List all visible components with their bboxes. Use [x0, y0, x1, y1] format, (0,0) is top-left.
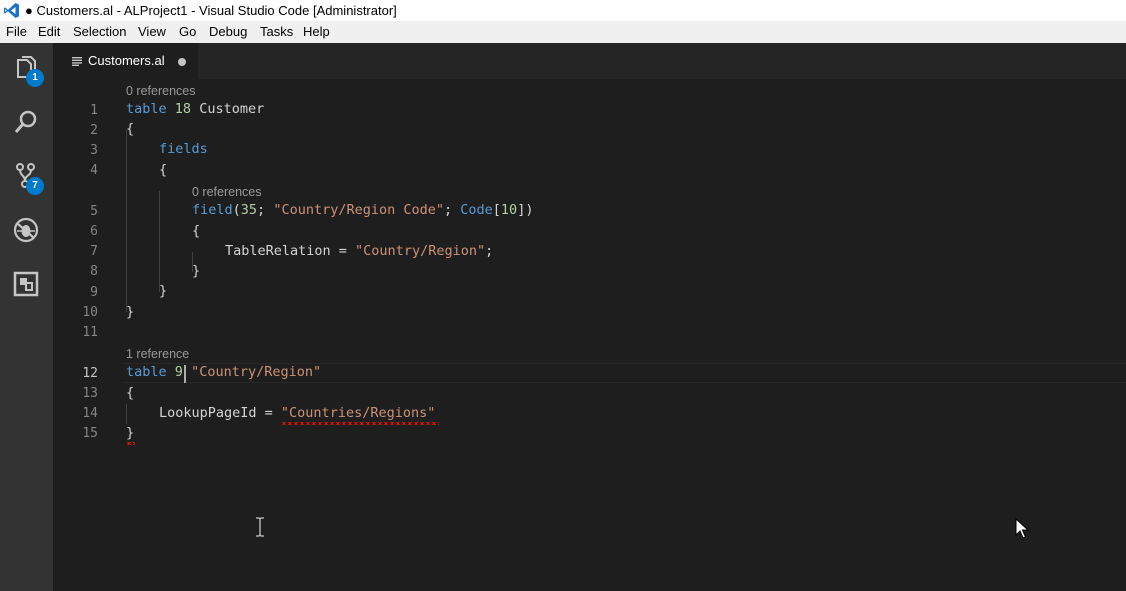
string: "Country/Region": [191, 364, 322, 380]
keyword: field: [192, 202, 233, 218]
tab-label: Customers.al: [88, 53, 165, 68]
vscode-logo-icon: [4, 3, 19, 18]
menu-help[interactable]: Help: [303, 24, 330, 39]
code-line-14: LookupPageId = "Countries/Regions": [159, 405, 435, 421]
number: 35: [240, 202, 258, 218]
line-number: 8: [90, 264, 98, 279]
menu-view[interactable]: View: [138, 24, 166, 39]
codelens-references[interactable]: 1 reference: [126, 347, 189, 361]
punctuation: ]): [517, 202, 534, 218]
line-number-active: 12: [82, 366, 98, 381]
punctuation: (: [232, 202, 241, 218]
number: 9: [174, 364, 183, 380]
source-control-button[interactable]: 7: [0, 150, 53, 202]
text-cursor: [184, 365, 186, 383]
unsaved-dot-icon[interactable]: [178, 58, 186, 66]
code-line-3: fields: [159, 141, 208, 157]
line-number: 7: [90, 244, 98, 259]
code-line-12: table 9 "Country/Region": [126, 364, 321, 380]
punctuation: ;: [444, 202, 461, 218]
code-line-8: }: [192, 263, 201, 279]
keyword: table: [126, 101, 167, 117]
line-number: 14: [82, 406, 98, 421]
window-title: ● Customers.al - ALProject1 - Visual Stu…: [25, 3, 397, 18]
punctuation: ;: [257, 202, 274, 218]
menu-file[interactable]: File: [6, 24, 27, 39]
title-bar: ● Customers.al - ALProject1 - Visual Stu…: [0, 0, 1126, 21]
property: TableRelation =: [225, 243, 356, 259]
line-number: 9: [90, 285, 98, 300]
search-icon: [14, 110, 37, 133]
explorer-button[interactable]: 1: [0, 43, 53, 95]
code-line-13: {: [126, 385, 135, 401]
codelens-references[interactable]: 0 references: [192, 185, 261, 199]
string: "Country/Region": [355, 243, 486, 259]
string: "Country/Region Code": [273, 202, 444, 218]
explorer-badge: 1: [26, 69, 44, 87]
line-number: 5: [90, 204, 98, 219]
keyword: table: [126, 364, 167, 380]
menu-debug[interactable]: Debug: [209, 24, 247, 39]
keyword: fields: [159, 141, 208, 157]
tab-customers-al[interactable]: Customers.al: [53, 43, 198, 79]
debug-button[interactable]: [0, 204, 53, 256]
code-line-4: {: [159, 162, 168, 178]
line-number: 3: [90, 143, 98, 158]
line-number: 10: [82, 305, 98, 320]
code-line-5: field(35; "Country/Region Code"; Code[10…: [192, 202, 533, 218]
ibeam-cursor-icon: [256, 517, 264, 537]
extensions-button[interactable]: [0, 258, 53, 310]
menu-bar: File Edit Selection View Go Debug Tasks …: [0, 21, 1126, 43]
mouse-pointer-icon: [1015, 518, 1029, 539]
file-lines-icon: [72, 57, 82, 66]
error-squiggle[interactable]: [281, 422, 439, 425]
menu-edit[interactable]: Edit: [38, 24, 60, 39]
line-number: 1: [90, 103, 98, 118]
property: LookupPageId =: [159, 405, 281, 421]
line-number: 13: [82, 386, 98, 401]
code-editor[interactable]: 1 2 3 4 5 6 7 8 9 10 11 12 13 14 15 0 re…: [53, 79, 1126, 591]
tab-bar: Customers.al: [53, 43, 1126, 79]
codelens-references[interactable]: 0 references: [126, 84, 195, 98]
indent-guide: [126, 130, 127, 312]
line-number: 2: [90, 123, 98, 138]
code-line-2: {: [126, 121, 135, 137]
line-number: 6: [90, 224, 98, 239]
number: 18: [174, 101, 192, 117]
code-line-1: table 18 Customer: [126, 101, 264, 117]
line-number: 4: [90, 163, 98, 178]
punctuation: ;: [485, 243, 494, 259]
line-number: 11: [82, 325, 98, 340]
activity-bar: 1 7: [0, 43, 53, 591]
identifier: Customer: [199, 101, 265, 117]
number: 10: [500, 202, 518, 218]
indent-guide: [126, 404, 127, 424]
error-squiggle[interactable]: [126, 442, 135, 445]
menu-go[interactable]: Go: [179, 24, 196, 39]
line-number: 15: [82, 426, 98, 441]
extensions-icon: [13, 271, 39, 297]
punctuation: [: [492, 202, 501, 218]
code-line-10: }: [126, 304, 135, 320]
code-line-6: {: [192, 223, 201, 239]
string: "Countries/Regions": [280, 405, 436, 421]
keyword: Code: [460, 202, 493, 218]
search-button[interactable]: [0, 96, 53, 148]
source-control-badge: 7: [26, 177, 44, 195]
menu-selection[interactable]: Selection: [73, 24, 126, 39]
code-line-15: }: [126, 425, 135, 441]
menu-tasks[interactable]: Tasks: [260, 24, 293, 39]
code-line-7: TableRelation = "Country/Region";: [225, 243, 493, 259]
code-line-9: }: [159, 283, 168, 299]
debug-icon: [13, 217, 39, 243]
indent-guide: [159, 191, 160, 292]
